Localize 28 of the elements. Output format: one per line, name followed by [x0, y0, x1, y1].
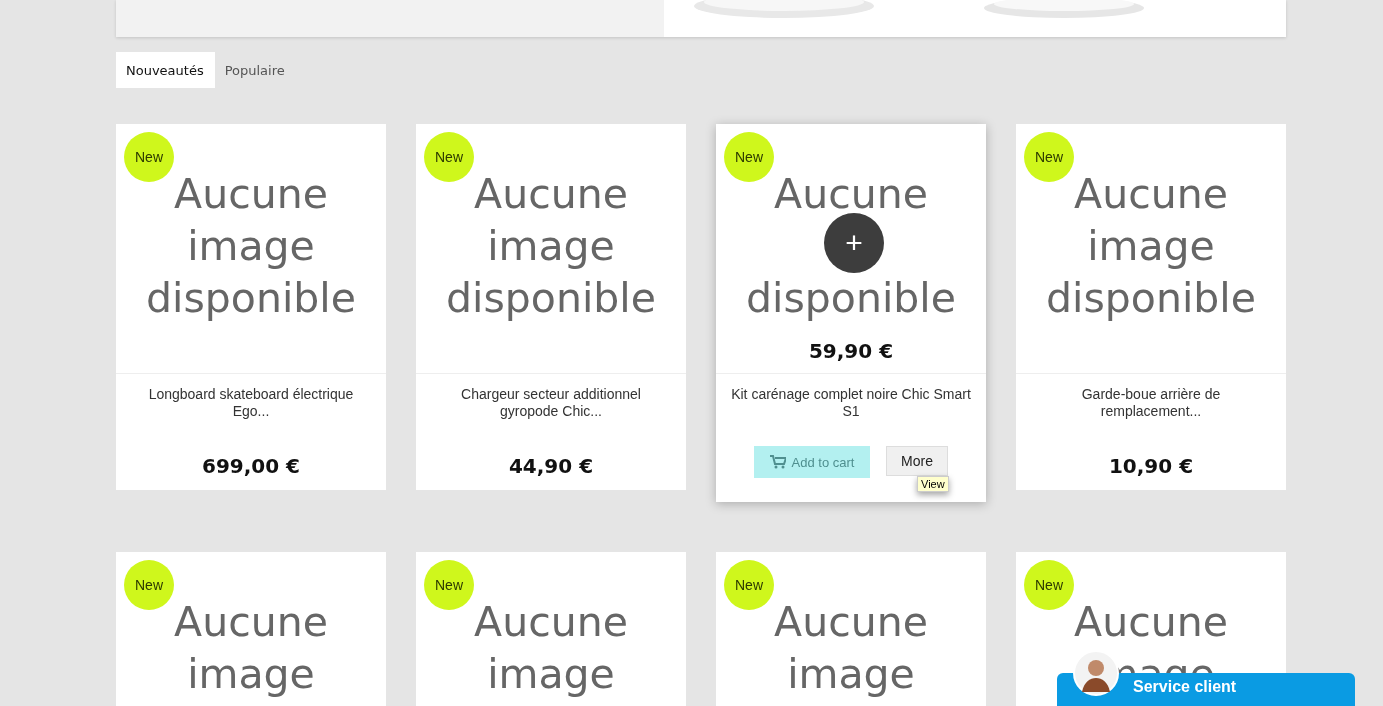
new-badge: New — [124, 560, 174, 610]
product-name[interactable]: Kit carénage complet noire Chic Smart S1 — [716, 374, 986, 438]
no-image-text: Aucune image — [473, 597, 629, 700]
no-image-text: Aucune image — [173, 597, 329, 700]
product-price: 44,90 € — [507, 453, 595, 480]
product-name[interactable]: Garde-boue arrière de remplacement... — [1016, 374, 1286, 438]
new-badge: New — [1024, 560, 1074, 610]
new-badge: New — [724, 560, 774, 610]
new-badge: New — [724, 132, 774, 182]
product-price: 59,90 € — [807, 339, 895, 363]
tab[interactable]: Populaire — [214, 52, 296, 88]
product-price: 10,90 € — [1107, 453, 1195, 480]
new-badge: New — [424, 560, 474, 610]
tab[interactable]: Nouveautés — [116, 52, 215, 88]
new-badge: New — [1024, 132, 1074, 182]
more-button[interactable]: More — [886, 446, 948, 476]
product-price: 699,00 € — [200, 453, 302, 480]
new-badge: New — [124, 132, 174, 182]
quick-view-button[interactable]: + — [824, 213, 884, 273]
product-name[interactable]: Chargeur secteur additionnel gyropode Chic... — [416, 374, 686, 438]
avatar-icon — [1073, 650, 1119, 696]
no-image-text: disponible — [745, 273, 957, 324]
no-image-text: Aucune image — [773, 597, 929, 700]
product-name[interactable]: Longboard skateboard électrique Ego... — [116, 374, 386, 438]
add-to-cart-label: Add to cart — [791, 454, 855, 470]
cart-icon — [769, 455, 786, 469]
tooltip: View — [917, 476, 949, 492]
new-badge: New — [424, 132, 474, 182]
